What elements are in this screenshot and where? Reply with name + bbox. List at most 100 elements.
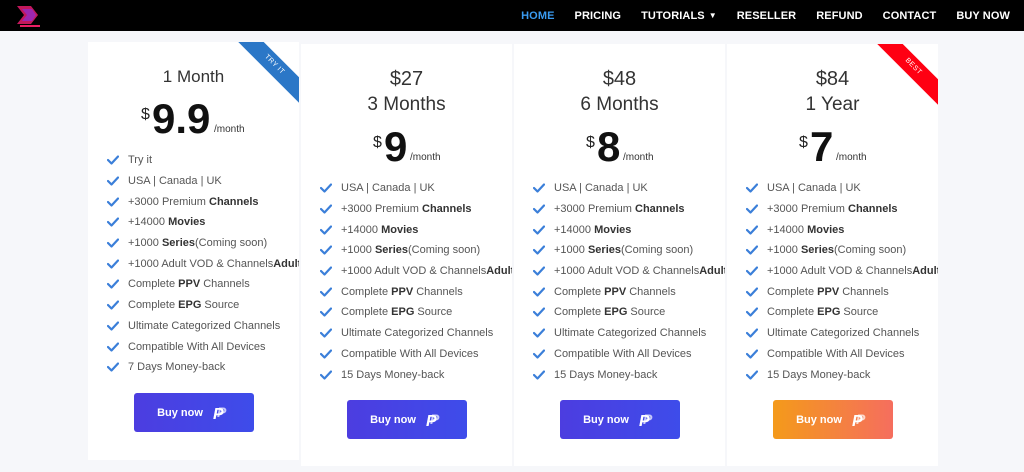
nav-tutorials[interactable]: TUTORIALS ▼ (641, 10, 717, 22)
feature-text: Complete EPG Source (128, 299, 240, 312)
check-icon (320, 349, 332, 359)
check-icon (746, 287, 758, 297)
feature-item: +3000 Premium Channels (533, 199, 725, 220)
feature-list: Try it USA | Canada | UK +3000 Premium Cha… (107, 150, 299, 378)
currency-symbol: $ (799, 134, 808, 151)
feature-text: Complete EPG Source (341, 306, 453, 319)
main-nav: HOME PRICING TUTORIALS ▼ RESELLER REFUND … (501, 0, 1010, 31)
check-icon (746, 369, 758, 380)
feature-item: Ultimate Categorized Channels (746, 323, 938, 344)
feature-text: +1000 Adult VOD & ChannelsAdult VOD & Ch… (767, 265, 938, 278)
check-icon (746, 328, 758, 338)
check-icon (746, 349, 758, 359)
chevron-down-icon: ▼ (708, 10, 717, 20)
feature-text: +1000 Adult VOD & ChannelsAdult VOD & Ch… (128, 257, 299, 270)
check-icon (533, 307, 545, 318)
feature-text: +1000 Series(Coming soon) (341, 244, 481, 257)
currency-symbol: $ (141, 106, 150, 123)
feature-item: Ultimate Categorized Channels (107, 316, 299, 337)
feature-item: USA | Canada | UK (320, 178, 512, 199)
paypal-icon: PP (426, 411, 440, 430)
feature-text: Try it (128, 154, 153, 167)
check-icon (320, 369, 332, 380)
price-amount: 7 (810, 123, 834, 170)
feature-text: +3000 Premium Channels (341, 203, 472, 216)
currency-symbol: $ (373, 134, 382, 151)
price-amount: 8 (597, 123, 621, 170)
feature-item: +1000 Series(Coming soon) (533, 240, 725, 261)
feature-item: Compatible With All Devices (746, 344, 938, 365)
feature-item: Compatible With All Devices (320, 344, 512, 365)
plan-price: $ 8 /month (514, 123, 725, 172)
feature-list: USA | Canada | UK +3000 Premium Channels +… (746, 178, 938, 385)
feature-text: +14000 Movies (554, 223, 632, 236)
feature-text: Complete PPV Channels (341, 285, 463, 298)
site-logo[interactable] (14, 3, 46, 29)
check-icon (320, 266, 332, 276)
feature-text: 15 Days Money-back (767, 368, 871, 381)
buy-now-button[interactable]: Buy now PP (560, 400, 680, 439)
feature-text: +1000 Adult VOD & ChannelsAdult VOD & Ch… (554, 265, 725, 278)
check-icon (533, 266, 545, 276)
feature-item: USA | Canada | UK (533, 178, 725, 199)
plan-price: $ 9.9 /month (88, 95, 299, 144)
nav-reseller[interactable]: RESELLER (737, 10, 796, 22)
svg-text:P: P (856, 411, 866, 427)
feature-text: +1000 Series(Coming soon) (767, 244, 907, 257)
nav-buy-now[interactable]: BUY NOW (956, 10, 1010, 22)
feature-item: 15 Days Money-back (746, 364, 938, 385)
pricing-card-3-months: $27 3 Months $ 9 /month USA | Canada | U… (301, 44, 512, 466)
check-icon (746, 204, 758, 214)
check-icon (107, 176, 119, 186)
feature-text: Compatible With All Devices (128, 340, 266, 353)
feature-list: USA | Canada | UK +3000 Premium Channels +… (320, 178, 512, 385)
check-icon (107, 217, 119, 228)
feature-item: +1000 Adult VOD & ChannelsAdult VOD & Ch… (746, 261, 938, 282)
paypal-icon: PP (213, 404, 227, 423)
nav-pricing[interactable]: PRICING (575, 10, 622, 22)
feature-item: +14000 Movies (533, 219, 725, 240)
feature-item: Complete PPV Channels (746, 281, 938, 302)
price-amount: 9 (384, 123, 408, 170)
feature-item: +3000 Premium Channels (746, 199, 938, 220)
feature-item: USA | Canada | UK (107, 171, 299, 192)
plan-price: $ 9 /month (301, 123, 512, 172)
feature-item: USA | Canada | UK (746, 178, 938, 199)
buy-now-label: Buy now (583, 413, 629, 426)
check-icon (533, 225, 545, 235)
plan-total-price: $48 (602, 68, 637, 90)
check-icon (746, 225, 758, 235)
buy-now-button[interactable]: Buy now PP (347, 400, 467, 439)
pricing-card-1-year: BEST $84 1 Year $ 7 /month USA | Canada … (727, 44, 938, 466)
check-icon (533, 204, 545, 214)
buy-now-button[interactable]: Buy now PP (134, 393, 254, 432)
feature-text: 15 Days Money-back (341, 368, 445, 381)
check-icon (107, 259, 119, 269)
check-icon (746, 307, 758, 318)
nav-contact[interactable]: CONTACT (883, 10, 937, 22)
feature-list: USA | Canada | UK +3000 Premium Channels +… (533, 178, 725, 385)
svg-text:P: P (217, 404, 227, 420)
nav-tutorials-label: TUTORIALS (641, 9, 705, 22)
feature-item: Try it (107, 150, 299, 171)
feature-text: USA | Canada | UK (341, 182, 435, 195)
feature-item: Complete PPV Channels (320, 281, 512, 302)
feature-text: Ultimate Categorized Channels (554, 327, 707, 340)
check-icon (107, 341, 119, 352)
check-icon (320, 204, 332, 214)
pricing-card-6-months: $48 6 Months $ 8 /month USA | Canada | U… (514, 44, 725, 466)
feature-text: Compatible With All Devices (341, 347, 479, 360)
feature-text: +14000 Movies (341, 223, 419, 236)
feature-item: Complete EPG Source (533, 302, 725, 323)
feature-item: +14000 Movies (320, 219, 512, 240)
feature-text: +1000 Series(Coming soon) (128, 237, 268, 250)
feature-text: Ultimate Categorized Channels (128, 319, 281, 332)
nav-home[interactable]: HOME (521, 10, 554, 22)
buy-now-button[interactable]: Buy now PP (773, 400, 893, 439)
feature-item: +3000 Premium Channels (320, 199, 512, 220)
feature-item: Complete EPG Source (320, 302, 512, 323)
feature-text: Complete PPV Channels (767, 285, 889, 298)
check-icon (320, 287, 332, 297)
nav-refund[interactable]: REFUND (816, 10, 862, 22)
check-icon (746, 266, 758, 276)
